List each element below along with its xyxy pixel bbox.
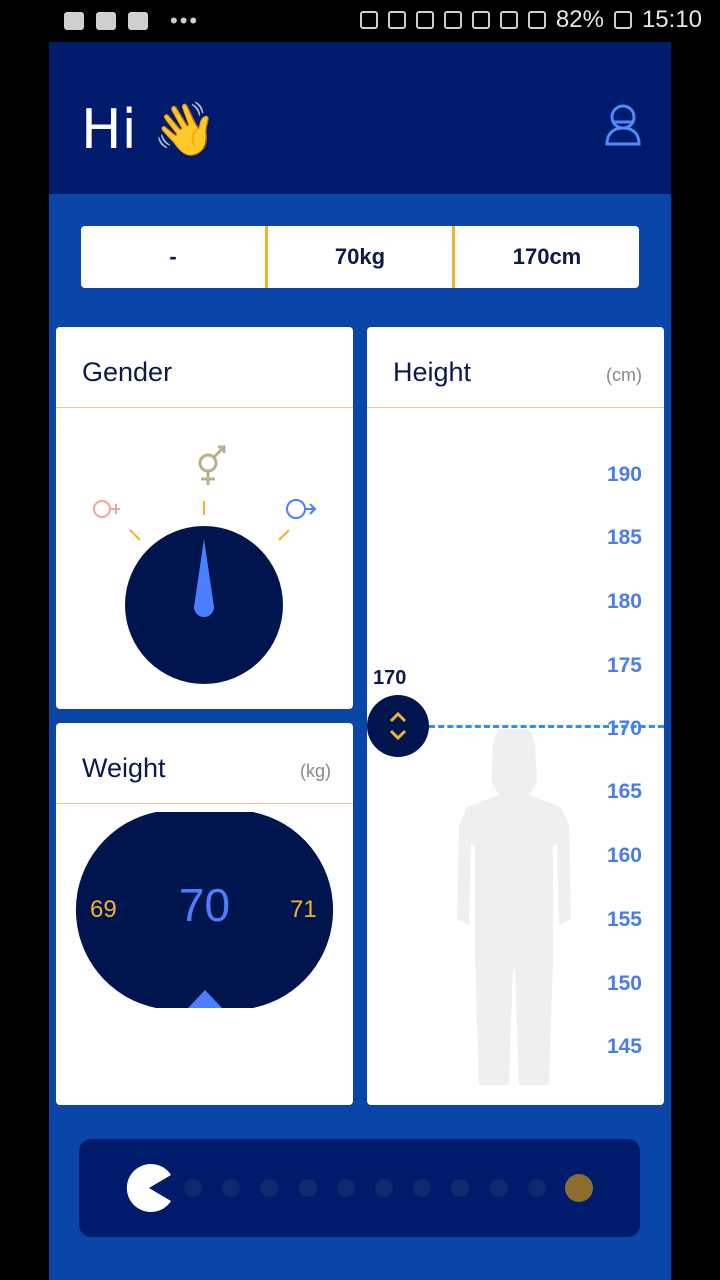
height-tick: 160 <box>606 844 642 867</box>
height-tick: 185 <box>606 526 642 549</box>
greeting-text: Hi <box>81 98 137 161</box>
chevron-up-down-icon <box>389 711 407 741</box>
height-selected-label: 170 <box>373 667 407 689</box>
signal-icon <box>499 11 518 29</box>
female-icon[interactable] <box>93 500 120 518</box>
summary-bar: - 70kg 170cm <box>81 226 639 288</box>
height-tick: 190 <box>606 463 642 486</box>
youtube-icon <box>128 12 148 30</box>
battery-saver-icon <box>359 11 378 29</box>
height-tick: 150 <box>606 972 642 995</box>
person-silhouette <box>457 729 571 1085</box>
signal-icon-2 <box>527 11 546 29</box>
progress-bar <box>79 1139 640 1237</box>
height-unit: (cm) <box>606 365 642 385</box>
summary-height[interactable]: 170cm <box>452 226 639 288</box>
progress-dot <box>375 1179 393 1197</box>
app-root: Hi 👋 - 70kg 170cm Gender Weight (kg) 69 … <box>49 42 671 1280</box>
progress-dot <box>184 1179 202 1197</box>
weight-next: 71 <box>290 896 317 923</box>
clock: 15:10 <box>641 6 702 33</box>
height-card: Height (cm) 190 185 180 175 170 165 160 … <box>367 327 664 1105</box>
height-tick: 155 <box>606 908 642 931</box>
battery-level: 82% <box>555 6 604 33</box>
height-divider <box>367 407 664 408</box>
summary-weight[interactable]: 70kg <box>265 226 452 288</box>
progress-dot <box>413 1179 431 1197</box>
greeting: Hi 👋 <box>81 98 217 161</box>
height-drag-handle[interactable] <box>367 695 429 757</box>
gender-card: Gender <box>56 327 353 709</box>
wave-emoji: 👋 <box>152 100 218 160</box>
progress-dot <box>490 1179 508 1197</box>
progress-dot <box>528 1179 546 1197</box>
tick-left <box>129 529 141 541</box>
battery-icon <box>613 11 632 29</box>
weight-divider <box>56 803 353 804</box>
video-icon <box>64 12 84 30</box>
sim-icon <box>471 11 490 29</box>
progress-goal-dot <box>565 1174 593 1202</box>
progress-dot <box>222 1179 240 1197</box>
male-icon[interactable] <box>286 499 317 519</box>
height-tick: 175 <box>606 654 642 677</box>
height-indicator-line <box>429 725 664 728</box>
other-gender-icon[interactable] <box>198 445 226 485</box>
weight-card: Weight (kg) 69 70 71 <box>56 723 353 1105</box>
summary-gender[interactable]: - <box>81 226 265 288</box>
avatar-icon[interactable] <box>603 102 643 146</box>
message-icon <box>96 12 116 30</box>
progress-dot <box>260 1179 278 1197</box>
tick-right <box>278 529 290 541</box>
height-tick: 145 <box>606 1035 642 1058</box>
weight-unit: (kg) <box>300 761 331 781</box>
height-title: Height <box>393 357 472 387</box>
progress-dot <box>451 1179 469 1197</box>
height-tick: 165 <box>606 780 642 803</box>
weight-title: Weight <box>82 753 166 783</box>
height-tick: 180 <box>606 590 642 613</box>
progress-dot <box>299 1179 317 1197</box>
pacman-icon <box>126 1164 171 1212</box>
progress-dot <box>337 1179 355 1197</box>
gender-dial[interactable] <box>56 327 353 709</box>
header: Hi 👋 <box>49 42 671 194</box>
status-bar: ••• 82% 15:10 <box>0 0 720 42</box>
height-tick: 170 <box>606 717 642 740</box>
alarm-icon <box>415 11 434 29</box>
weight-dial[interactable]: 69 70 71 <box>56 812 353 1010</box>
more-notifications-icon: ••• <box>170 8 200 33</box>
wifi-icon <box>443 11 462 29</box>
cast-icon <box>387 11 406 29</box>
